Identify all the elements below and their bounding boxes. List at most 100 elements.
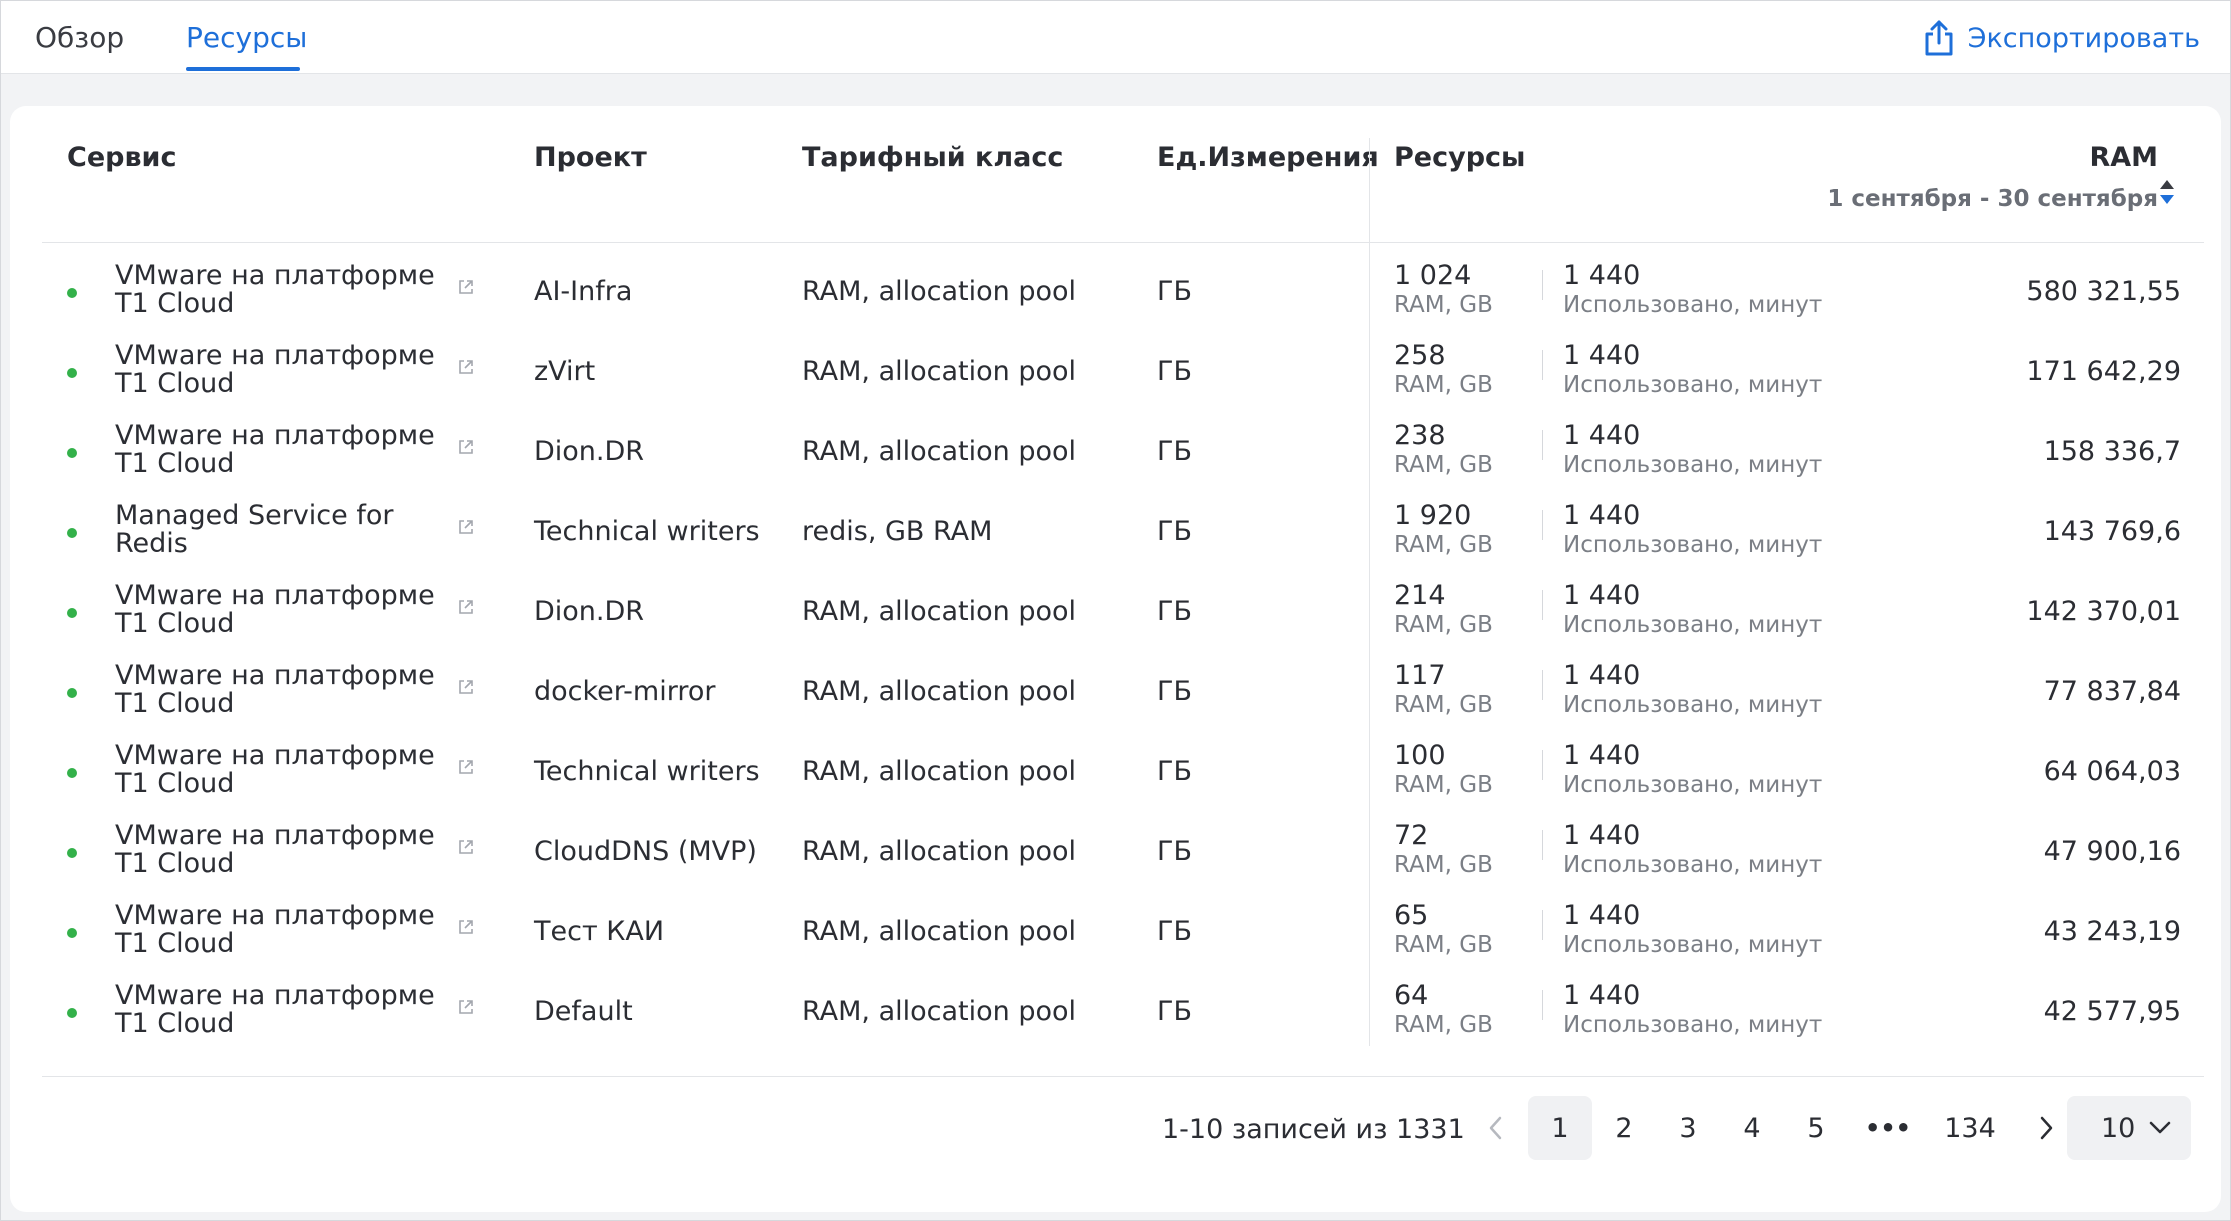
column-header-project[interactable]: Проект <box>534 142 647 173</box>
table-row[interactable]: VMware на платформе T1 Cloud Technical wri… <box>10 732 2221 812</box>
unit-cell: ГБ <box>1157 676 1192 707</box>
table-row[interactable]: VMware на платформе T1 Cloud Default RAM, a… <box>10 972 2221 1052</box>
tariff-cell: RAM, allocation pool <box>802 276 1077 307</box>
ram-cost-cell: 171 642,29 <box>2026 356 2181 387</box>
column-header-resources[interactable]: Ресурсы <box>1394 142 1525 173</box>
column-header-ram[interactable]: RAM <box>2089 142 2158 173</box>
minutes-used: 1 440 <box>1563 420 1641 451</box>
page-5-button[interactable]: 5 <box>1784 1096 1848 1160</box>
page-4-button[interactable]: 4 <box>1720 1096 1784 1160</box>
service-name-link[interactable]: VMware на платформе T1 Cloud <box>115 662 455 718</box>
unit-cell: ГБ <box>1157 836 1192 867</box>
table-row[interactable]: VMware на платформе T1 Cloud AI-Infra RAM, … <box>10 252 2221 332</box>
service-name-line2: T1 Cloud <box>115 928 235 959</box>
tab-resources[interactable]: Ресурсы <box>186 21 307 54</box>
external-link-icon[interactable] <box>457 438 475 456</box>
tariff-cell: RAM, allocation pool <box>802 756 1077 787</box>
external-link-icon[interactable] <box>457 518 475 536</box>
service-name-link[interactable]: VMware на платформе T1 Cloud <box>115 342 455 398</box>
table-row[interactable]: VMware на платформе T1 Cloud CloudDNS (MVP… <box>10 812 2221 892</box>
resource-amount: 1 024 <box>1394 260 1472 291</box>
resource-separator <box>1542 670 1543 700</box>
status-dot <box>67 688 77 698</box>
resource-amount: 65 <box>1394 900 1429 931</box>
resource-amount-label: RAM, GB <box>1394 692 1493 718</box>
page-3-button[interactable]: 3 <box>1656 1096 1720 1160</box>
project-cell: AI-Infra <box>534 276 633 307</box>
external-link-icon[interactable] <box>457 758 475 776</box>
status-dot <box>67 1008 77 1018</box>
resource-amount-label: RAM, GB <box>1394 532 1493 558</box>
table-row[interactable]: VMware на платформе T1 Cloud docker-mirror… <box>10 652 2221 732</box>
service-name-line2: Redis <box>115 528 188 559</box>
resources-table-card: Сервис Проект Тарифный класс Ед.Измерени… <box>10 106 2221 1212</box>
service-name-link[interactable]: VMware на платформе T1 Cloud <box>115 582 455 638</box>
minutes-used-label: Использовано, минут <box>1563 532 1823 558</box>
prev-page-button[interactable] <box>1464 1096 1528 1160</box>
column-header-unit[interactable]: Ед.Измерения <box>1157 142 1379 173</box>
status-dot <box>67 368 77 378</box>
tabs-bar: Обзор Ресурсы Экспортировать <box>1 1 2230 74</box>
resource-amount-label: RAM, GB <box>1394 452 1493 478</box>
external-link-icon[interactable] <box>457 918 475 936</box>
external-link-icon[interactable] <box>457 278 475 296</box>
external-link-icon[interactable] <box>457 678 475 696</box>
page-last-button[interactable]: 134 <box>1928 1096 2012 1160</box>
status-dot <box>67 608 77 618</box>
resource-amount-label: RAM, GB <box>1394 612 1493 638</box>
table-row[interactable]: VMware на платформе T1 Cloud Dion.DR RAM, a… <box>10 572 2221 652</box>
minutes-used: 1 440 <box>1563 660 1641 691</box>
tab-overview[interactable]: Обзор <box>35 21 124 54</box>
external-link-icon[interactable] <box>457 838 475 856</box>
minutes-used-label: Использовано, минут <box>1563 852 1823 878</box>
service-name-link[interactable]: VMware на платформе T1 Cloud <box>115 902 455 958</box>
per-page-select[interactable]: 10 <box>2067 1096 2191 1160</box>
service-name-link[interactable]: VMware на платформе T1 Cloud <box>115 742 455 798</box>
resource-separator <box>1542 990 1543 1020</box>
tariff-cell: RAM, allocation pool <box>802 996 1077 1027</box>
ram-cost-cell: 43 243,19 <box>2043 916 2181 947</box>
share-upload-icon <box>1925 20 1953 56</box>
external-link-icon[interactable] <box>457 358 475 376</box>
external-link-icon[interactable] <box>457 998 475 1016</box>
service-name-link[interactable]: Managed Service for Redis <box>115 502 455 558</box>
resource-amount: 238 <box>1394 420 1446 451</box>
page-2-button[interactable]: 2 <box>1592 1096 1656 1160</box>
tariff-cell: RAM, allocation pool <box>802 596 1077 627</box>
column-header-tariff[interactable]: Тарифный класс <box>802 142 1063 173</box>
resource-separator <box>1542 270 1543 300</box>
table-row[interactable]: Managed Service for Redis Technical writer… <box>10 492 2221 572</box>
chevron-down-icon <box>2149 1121 2171 1134</box>
unit-cell: ГБ <box>1157 356 1192 387</box>
service-name-line2: T1 Cloud <box>115 768 235 799</box>
unit-cell: ГБ <box>1157 516 1192 547</box>
status-dot <box>67 848 77 858</box>
service-name-line1: VMware на платформе <box>115 660 435 691</box>
minutes-used: 1 440 <box>1563 740 1641 771</box>
export-button[interactable]: Экспортировать <box>1922 19 2200 57</box>
sort-arrows-icon[interactable] <box>2158 178 2176 206</box>
service-name-link[interactable]: VMware на платформе T1 Cloud <box>115 262 455 318</box>
service-name-line1: VMware на платформе <box>115 260 435 291</box>
status-dot <box>67 528 77 538</box>
service-name-line1: VMware на платформе <box>115 340 435 371</box>
resource-amount: 258 <box>1394 340 1446 371</box>
resource-separator <box>1542 910 1543 940</box>
service-name-link[interactable]: VMware на платформе T1 Cloud <box>115 422 455 478</box>
table-row[interactable]: VMware на платформе T1 Cloud zVirt RAM, all… <box>10 332 2221 412</box>
external-link-icon[interactable] <box>457 598 475 616</box>
pagination-ellipsis[interactable]: ••• <box>1856 1096 1920 1160</box>
resource-separator <box>1542 350 1543 380</box>
resource-separator <box>1542 430 1543 460</box>
minutes-used: 1 440 <box>1563 580 1641 611</box>
service-name-link[interactable]: VMware на платформе T1 Cloud <box>115 822 455 878</box>
table-row[interactable]: VMware на платформе T1 Cloud Dion.DR RAM, a… <box>10 412 2221 492</box>
minutes-used-label: Использовано, минут <box>1563 932 1823 958</box>
page-1-button[interactable]: 1 <box>1528 1096 1592 1160</box>
unit-cell: ГБ <box>1157 996 1192 1027</box>
service-name-link[interactable]: VMware на платформе T1 Cloud <box>115 982 455 1038</box>
unit-cell: ГБ <box>1157 596 1192 627</box>
column-header-service[interactable]: Сервис <box>67 142 176 173</box>
resource-amount: 64 <box>1394 980 1429 1011</box>
table-row[interactable]: VMware на платформе T1 Cloud Тест КАИ RAM, … <box>10 892 2221 972</box>
